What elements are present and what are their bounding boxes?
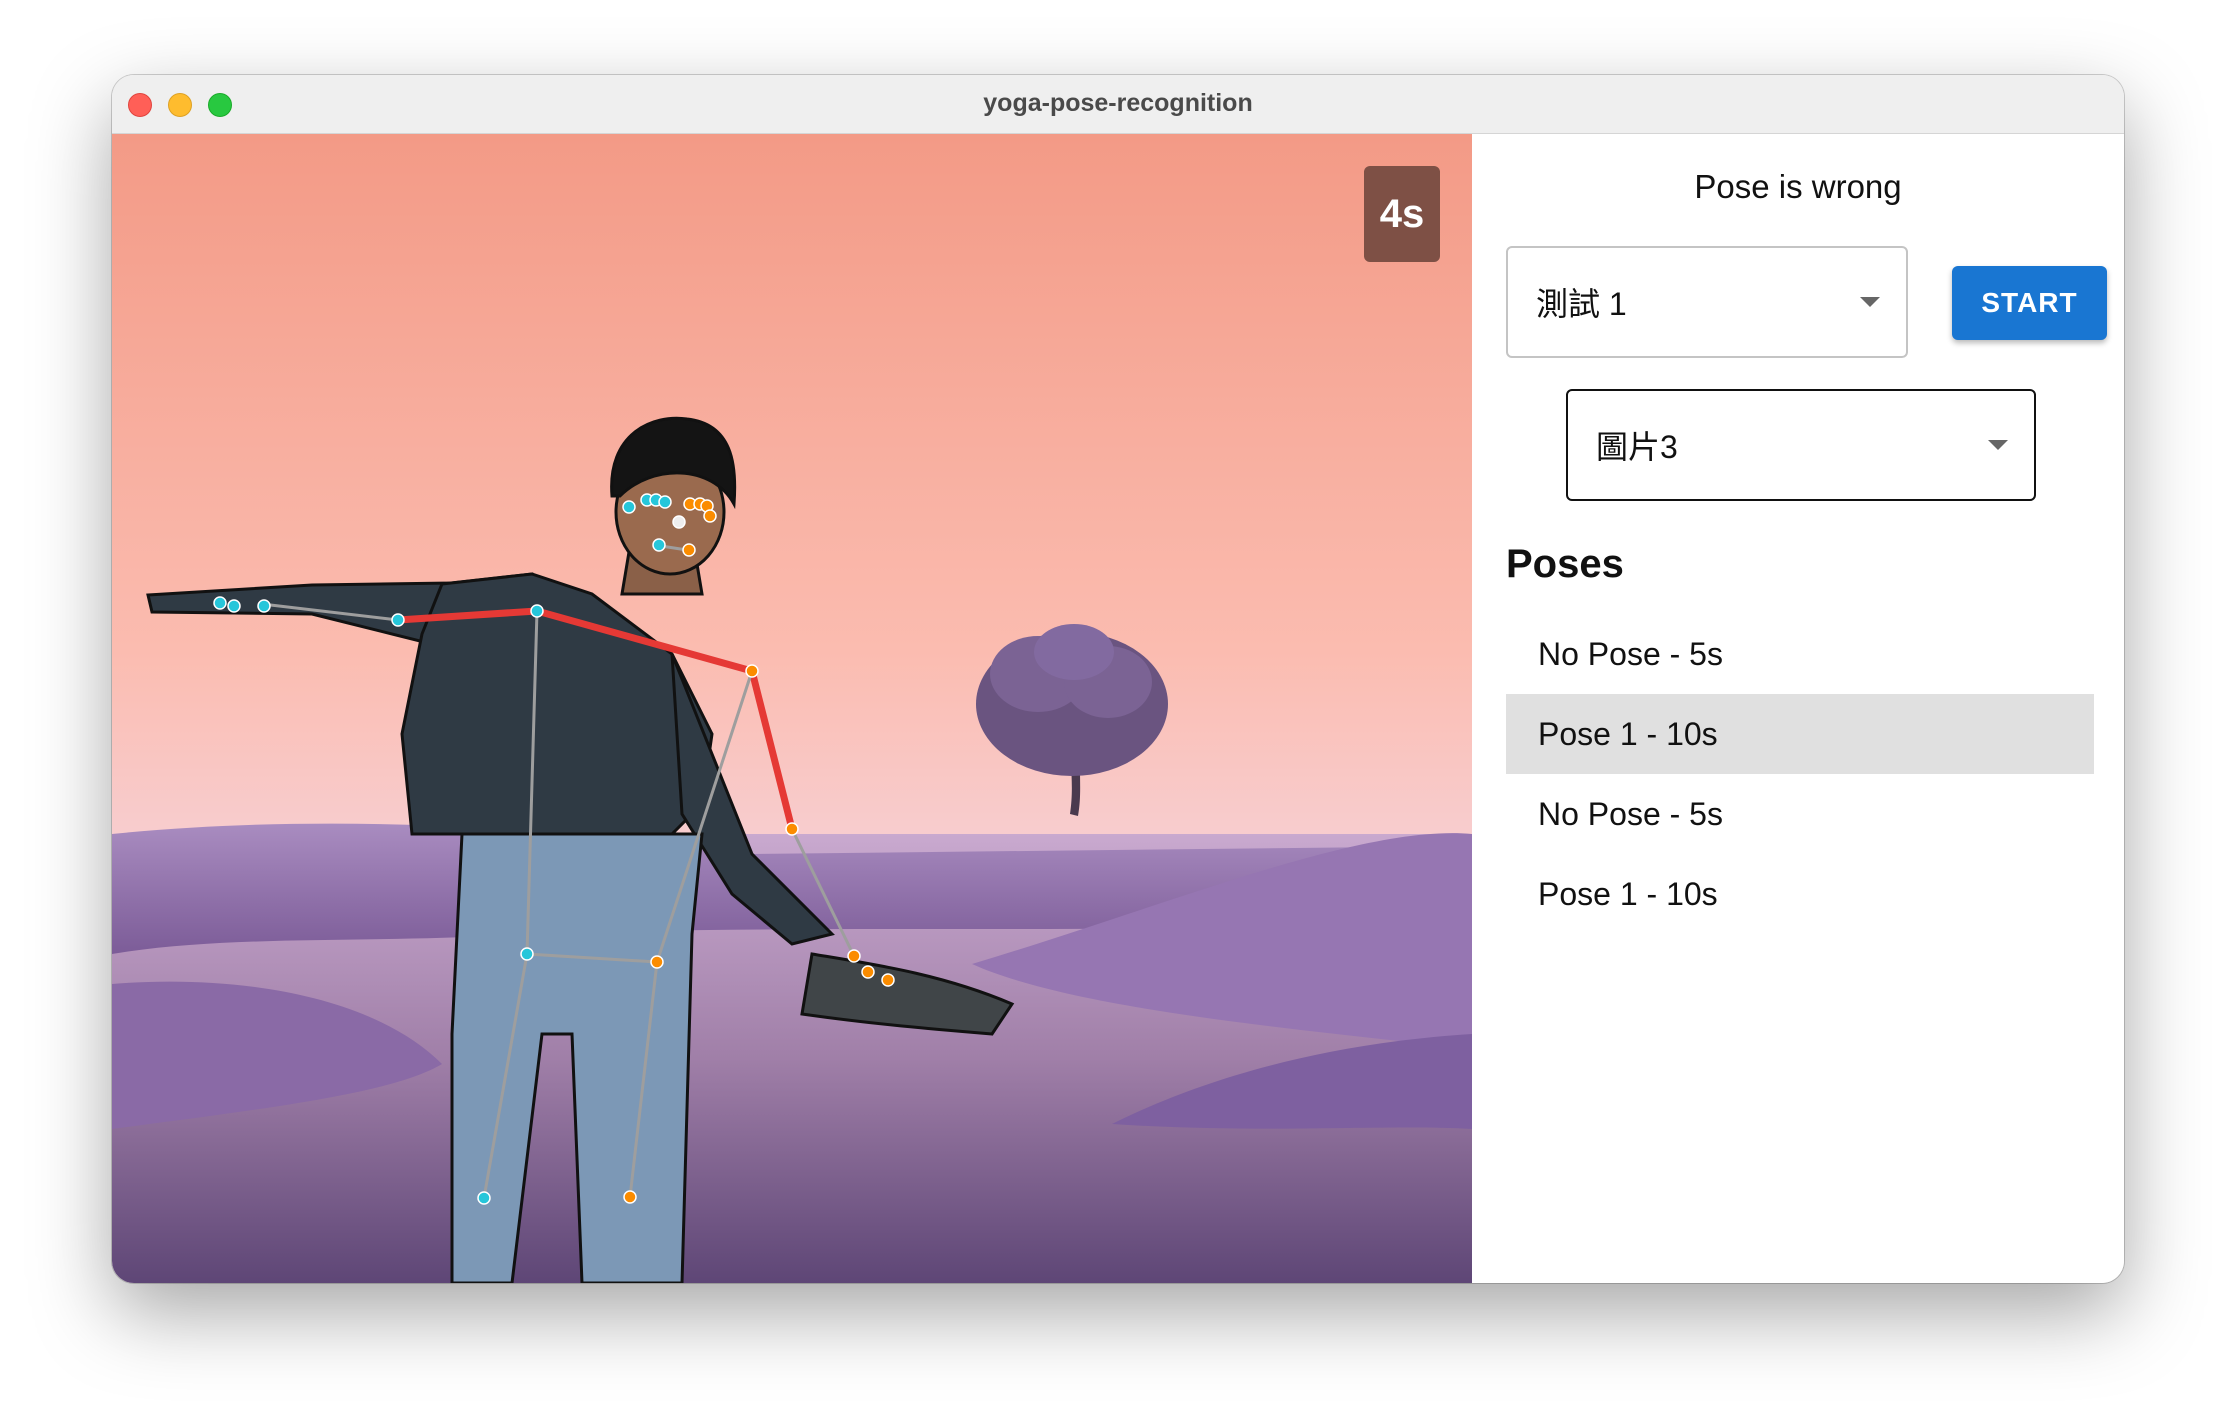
camera-view: 4s — [112, 134, 1472, 1283]
keypoint-right-knee — [623, 1190, 637, 1204]
keypoint-left-knee — [477, 1191, 491, 1205]
keypoint-right-shoulder — [745, 664, 759, 678]
camera-frame — [112, 134, 1472, 1283]
chevron-down-icon — [1860, 297, 1880, 307]
poses-heading: Poses — [1506, 542, 1624, 586]
keypoint-left-hip — [520, 947, 534, 961]
countdown-badge: 4s — [1364, 166, 1440, 262]
app-window: yoga-pose-recognition 4s Pose is wrong 測… — [112, 75, 2124, 1283]
start-button[interactable]: START — [1952, 266, 2107, 340]
pose-list-item[interactable]: No Pose - 5s — [1506, 614, 2094, 694]
test-select-value: 測試 1 — [1536, 286, 1627, 322]
title-bar: yoga-pose-recognition — [112, 75, 2124, 134]
pose-list-item[interactable]: No Pose - 5s — [1506, 774, 2094, 854]
keypoint-right-elbow — [785, 822, 799, 836]
keypoint-left-eye — [622, 500, 636, 514]
chevron-down-icon — [1988, 440, 2008, 450]
control-panel: Pose is wrong 測試 1 START 圖片3 Poses No Po… — [1472, 134, 2124, 1283]
image-select[interactable]: 圖片3 — [1566, 389, 2036, 501]
pose-list-item[interactable]: Pose 1 - 10s — [1506, 854, 2094, 934]
pose-status: Pose is wrong — [1694, 168, 1902, 205]
test-select[interactable]: 測試 1 — [1506, 246, 1908, 358]
window-title: yoga-pose-recognition — [983, 89, 1253, 117]
keypoint-left-elbow — [391, 613, 405, 627]
pose-list-item-active[interactable]: Pose 1 - 10s — [1506, 694, 2094, 774]
keypoint-nose — [672, 515, 686, 529]
keypoint-right-wrist — [847, 949, 861, 963]
keypoint-right-hip — [650, 955, 664, 969]
pose-list: No Pose - 5s Pose 1 - 10s No Pose - 5s P… — [1506, 614, 2094, 934]
keypoint-left-shoulder — [530, 604, 544, 618]
image-select-value: 圖片3 — [1596, 429, 1678, 465]
keypoint-left-wrist — [213, 596, 227, 610]
